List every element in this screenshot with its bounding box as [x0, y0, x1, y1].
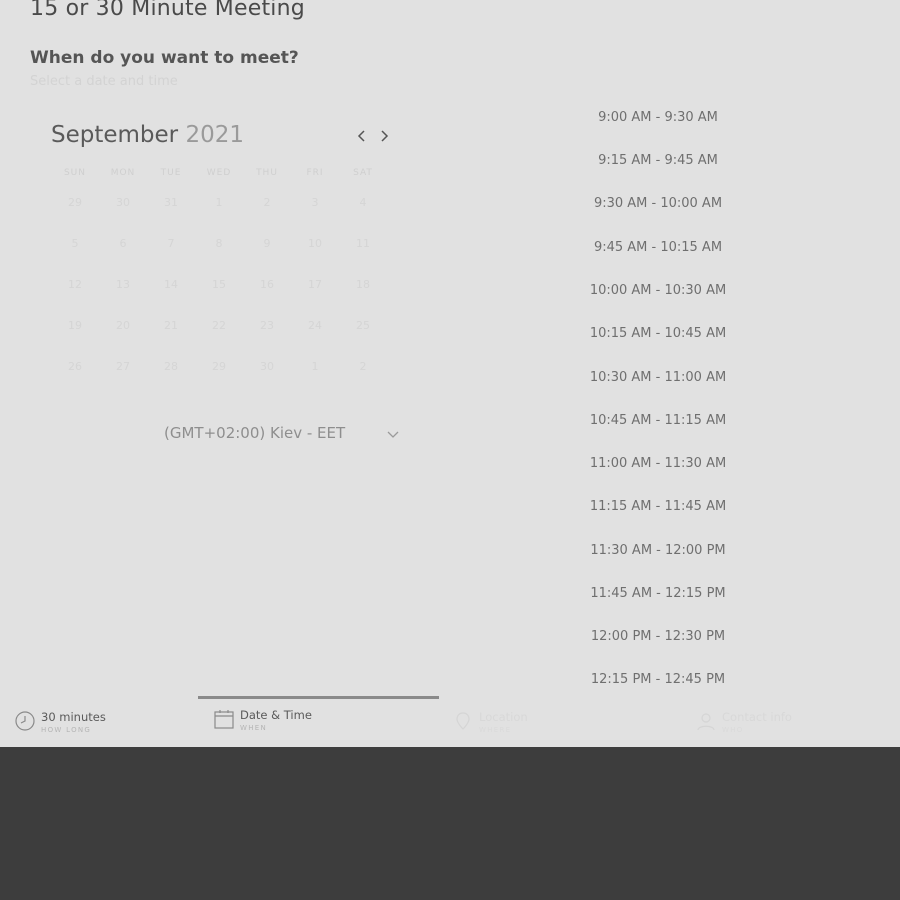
time-slot[interactable]: 10:45 AM - 11:15 AM [558, 413, 758, 428]
tab-duration-sublabel: HOW LONG [41, 726, 92, 734]
calendar-day[interactable]: 7 [151, 237, 191, 250]
calendar-day[interactable]: 22 [199, 319, 239, 332]
calendar-day[interactable]: 31 [151, 196, 191, 209]
calendar-day[interactable]: 15 [199, 278, 239, 291]
active-tab-indicator [198, 696, 439, 699]
weekday-header: SAT [353, 168, 373, 178]
tab-date-time-label: Date & Time [240, 708, 312, 722]
tab-date-time-sublabel: WHEN [240, 724, 268, 732]
calendar-day[interactable]: 2 [247, 196, 287, 209]
time-slot[interactable]: 12:15 PM - 12:45 PM [558, 672, 758, 687]
person-icon [697, 713, 715, 731]
calendar-day[interactable]: 10 [295, 237, 335, 250]
tab-duration[interactable]: 30 minutes HOW LONG [14, 708, 194, 740]
time-slot[interactable]: 12:00 PM - 12:30 PM [558, 629, 758, 644]
calendar-day[interactable]: 2 [343, 360, 383, 373]
time-slot[interactable]: 11:15 AM - 11:45 AM [558, 499, 758, 514]
calendar-day[interactable]: 21 [151, 319, 191, 332]
calendar-day[interactable]: 9 [247, 237, 287, 250]
calendar-day[interactable]: 6 [103, 237, 143, 250]
booking-panel: 15 or 30 Minute Meeting When do you want… [0, 0, 900, 747]
calendar-day[interactable]: 18 [343, 278, 383, 291]
weekday-header: TUE [160, 168, 182, 178]
calendar-day[interactable]: 29 [199, 360, 239, 373]
weekday-header: THU [256, 168, 278, 178]
next-month-button[interactable] [376, 126, 392, 146]
time-slot[interactable]: 11:30 AM - 12:00 PM [558, 543, 758, 558]
timezone-select[interactable]: (GMT+02:00) Kiev - EET [164, 424, 404, 446]
time-slot[interactable]: 9:30 AM - 10:00 AM [558, 196, 758, 211]
weekday-header: MON [110, 168, 136, 178]
chevron-down-icon [386, 424, 400, 446]
calendar-day[interactable]: 16 [247, 278, 287, 291]
calendar-day[interactable]: 28 [151, 360, 191, 373]
time-slot[interactable]: 11:45 AM - 12:15 PM [558, 586, 758, 601]
calendar-day[interactable]: 13 [103, 278, 143, 291]
previous-month-button[interactable] [354, 126, 370, 146]
calendar-day[interactable]: 3 [295, 196, 335, 209]
tab-contact-info-label: Contact info [722, 710, 792, 724]
calendar-day[interactable]: 17 [295, 278, 335, 291]
calendar-month-year: September 2021 [51, 122, 244, 148]
page-title: 15 or 30 Minute Meeting [30, 0, 305, 21]
calendar-day[interactable]: 1 [295, 360, 335, 373]
calendar-day[interactable]: 30 [103, 196, 143, 209]
time-slot[interactable]: 10:30 AM - 11:00 AM [558, 370, 758, 385]
time-slot[interactable]: 9:00 AM - 9:30 AM [558, 110, 758, 125]
calendar-year: 2021 [185, 122, 244, 148]
calendar-month: September [51, 122, 179, 148]
time-slot[interactable]: 10:00 AM - 10:30 AM [558, 283, 758, 298]
calendar-day[interactable]: 12 [55, 278, 95, 291]
timezone-label: (GMT+02:00) Kiev - EET [164, 424, 346, 442]
tab-location-label: Location [479, 710, 528, 724]
calendar-day[interactable]: 26 [55, 360, 95, 373]
time-slot[interactable]: 10:15 AM - 10:45 AM [558, 326, 758, 341]
clock-icon [15, 711, 35, 731]
calendar-day[interactable]: 23 [247, 319, 287, 332]
chevron-left-icon [357, 130, 365, 142]
weekday-header: SUN [63, 168, 87, 178]
tab-duration-label: 30 minutes [41, 710, 106, 724]
chevron-right-icon [381, 130, 389, 142]
calendar-day[interactable]: 20 [103, 319, 143, 332]
calendar-day[interactable]: 25 [343, 319, 383, 332]
calendar-day[interactable]: 11 [343, 237, 383, 250]
calendar-day[interactable]: 24 [295, 319, 335, 332]
weekday-header: WED [206, 168, 232, 178]
tab-date-time[interactable]: Date & Time WHEN [213, 706, 413, 738]
calendar-icon [214, 710, 234, 729]
tab-location[interactable]: Location WHERE [452, 708, 652, 740]
tab-contact-info[interactable]: Contact info WHO [695, 708, 895, 740]
calendar-day[interactable]: 30 [247, 360, 287, 373]
weekday-header: FRI [306, 168, 324, 178]
section-heading: When do you want to meet? [30, 48, 299, 68]
section-subtitle: Select a date and time [30, 74, 178, 89]
tab-contact-info-sublabel: WHO [722, 726, 744, 734]
calendar-day[interactable]: 19 [55, 319, 95, 332]
time-slot[interactable]: 9:15 AM - 9:45 AM [558, 153, 758, 168]
calendar-day[interactable]: 5 [55, 237, 95, 250]
time-slot[interactable]: 9:45 AM - 10:15 AM [558, 240, 758, 255]
calendar-day[interactable]: 29 [55, 196, 95, 209]
time-slot[interactable]: 11:00 AM - 11:30 AM [558, 456, 758, 471]
location-icon [456, 712, 470, 730]
calendar-day[interactable]: 14 [151, 278, 191, 291]
calendar-day[interactable]: 8 [199, 237, 239, 250]
calendar-day[interactable]: 4 [343, 196, 383, 209]
tab-location-sublabel: WHERE [479, 726, 512, 734]
calendar-day[interactable]: 27 [103, 360, 143, 373]
calendar-day[interactable]: 1 [199, 196, 239, 209]
